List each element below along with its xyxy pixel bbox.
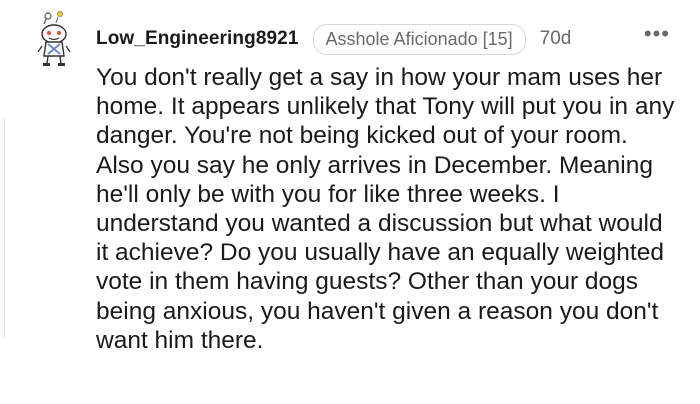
more-horizontal-icon[interactable]: ••• xyxy=(644,23,670,45)
comment-timestamp[interactable]: 70d xyxy=(540,28,572,50)
user-flair: Asshole Aficionado [15] xyxy=(312,23,526,55)
comment: Low_Engineering8921 Asshole Aficionado [… xyxy=(0,0,700,404)
username-link[interactable]: Low_Engineering8921 xyxy=(96,28,299,50)
comment-body: You don't really get a say in how your m… xyxy=(96,64,675,354)
snoo-avatar-icon[interactable] xyxy=(34,8,74,68)
comment-header: Low_Engineering8921 Asshole Aficionado [… xyxy=(96,22,680,56)
